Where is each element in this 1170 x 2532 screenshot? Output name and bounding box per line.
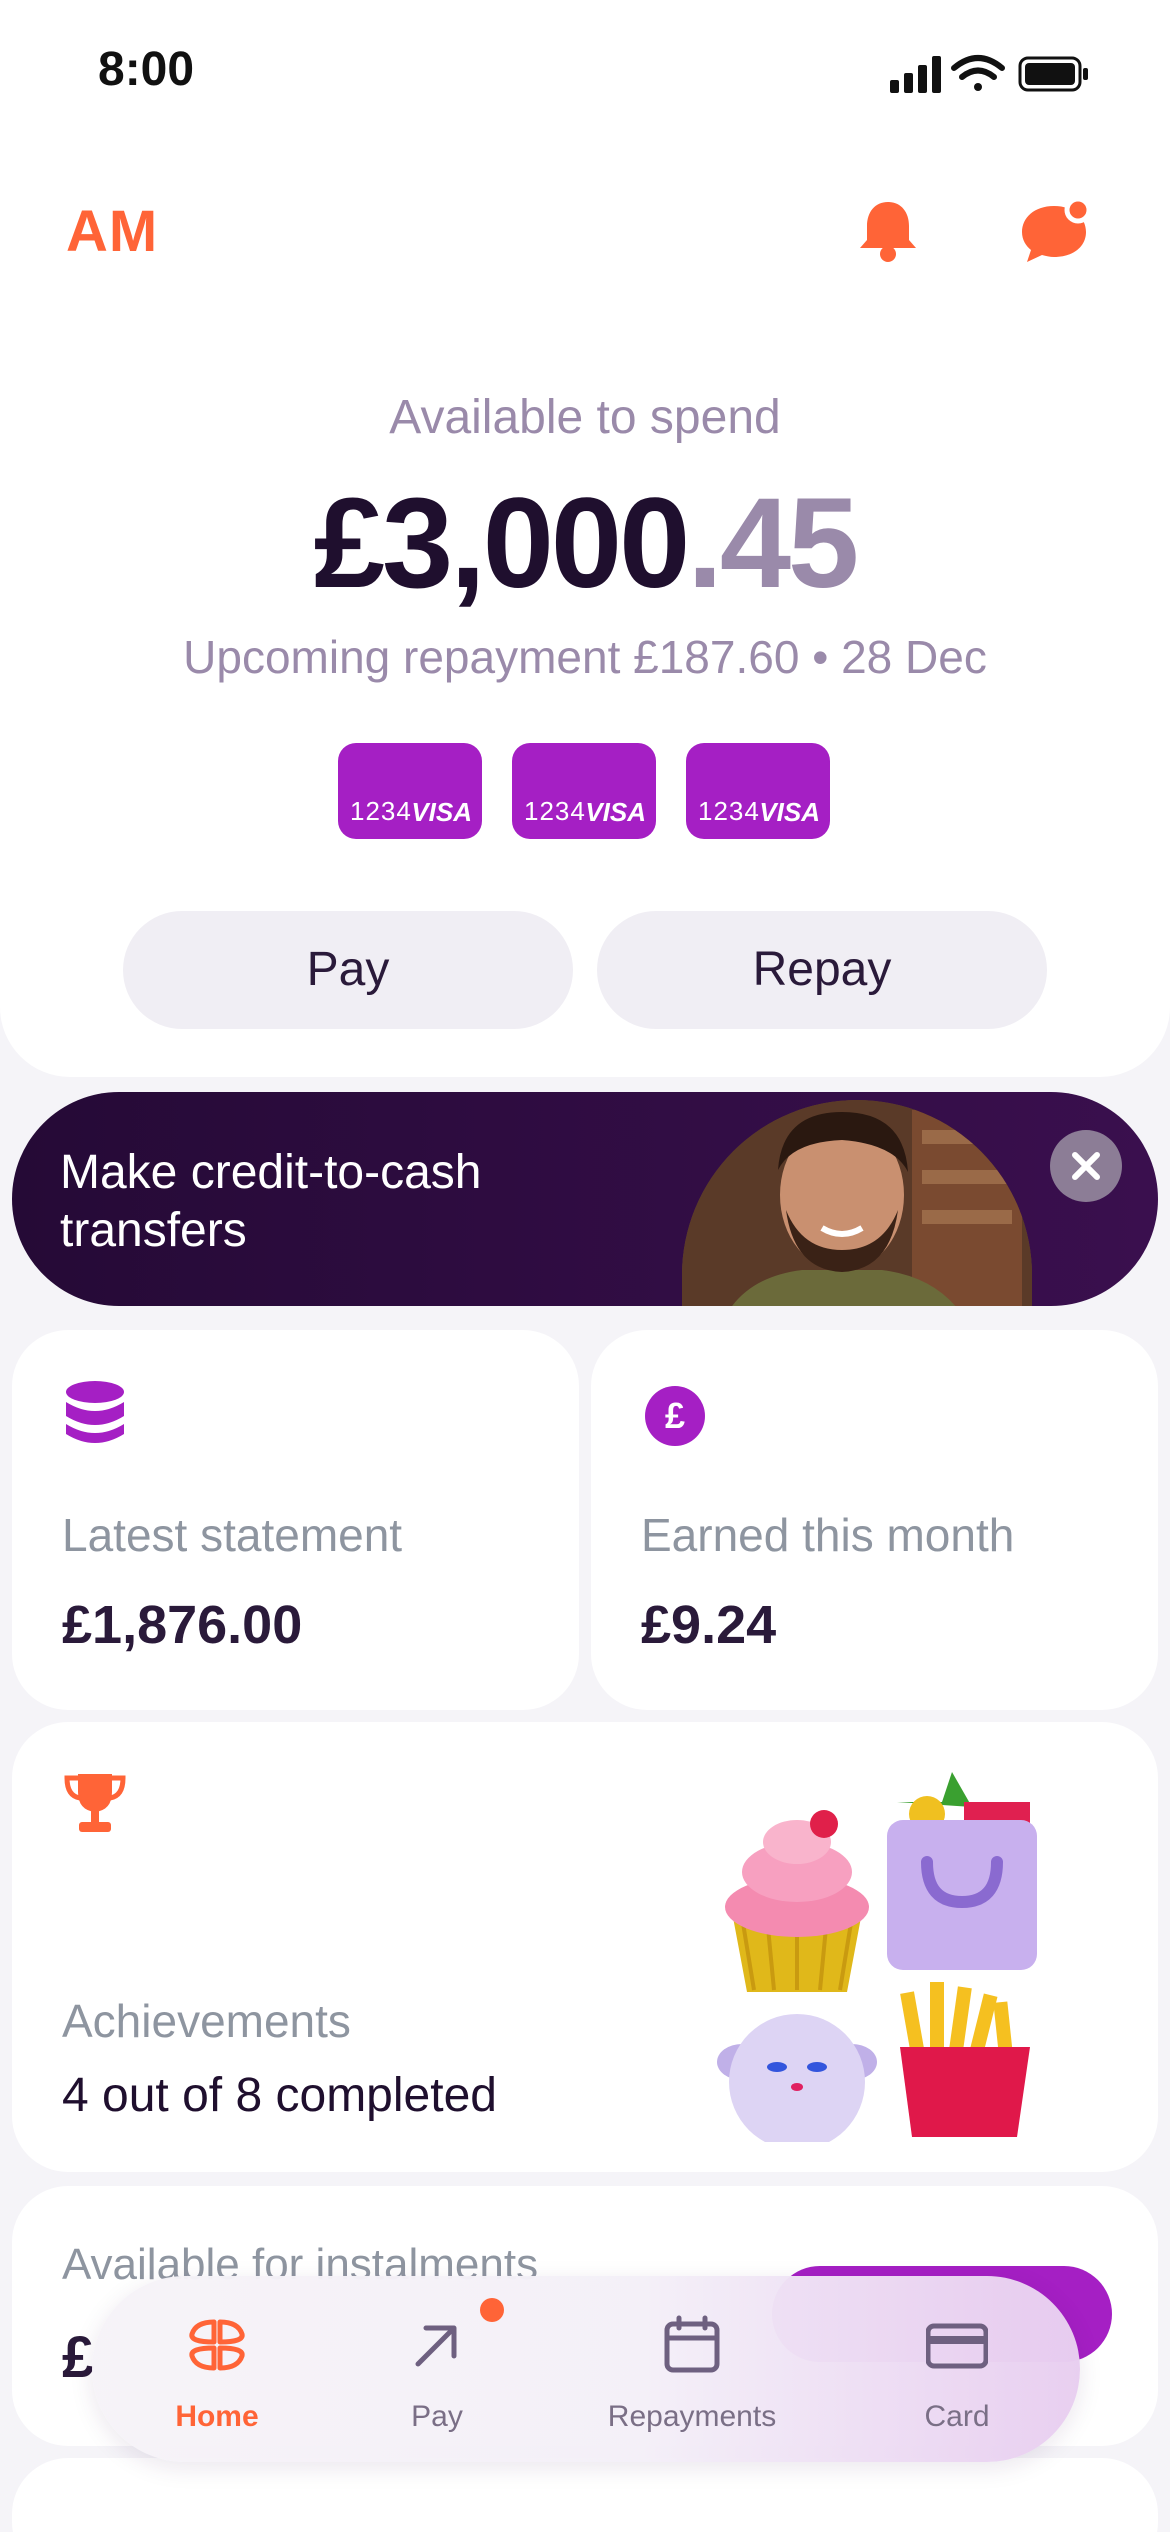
card-icon xyxy=(926,2323,988,2369)
card-chip[interactable]: 1234 VISA xyxy=(512,743,656,839)
card-chip[interactable]: 1234 VISA xyxy=(338,743,482,839)
chat-icon[interactable] xyxy=(1018,196,1094,264)
achievements-tile[interactable]: Achievements 4 out of 8 completed xyxy=(12,1722,1158,2172)
balance-amount: £3,000.45 xyxy=(0,470,1170,617)
card-number: 1234 xyxy=(350,796,412,826)
balance-decimal: .45 xyxy=(687,472,859,615)
repay-button[interactable]: Repay xyxy=(597,911,1047,1029)
next-tile xyxy=(12,2458,1158,2532)
visa-logo: VISA xyxy=(759,797,820,827)
achievements-progress: 4 out of 8 completed xyxy=(62,2069,497,2122)
calendar-icon xyxy=(664,2315,720,2373)
promo-close-button[interactable] xyxy=(1050,1130,1122,1202)
arrow-up-right-icon xyxy=(415,2325,457,2367)
card-chip[interactable]: 1234 VISA xyxy=(686,743,830,839)
upcoming-repayment: Upcoming repayment £187.60 • 28 Dec xyxy=(183,631,987,683)
pound-icon: £ xyxy=(645,1386,705,1446)
tab-repayments-label: Repayments xyxy=(607,2400,777,2433)
tab-repayments[interactable]: Repayments xyxy=(572,2276,812,2462)
tab-home[interactable]: Home xyxy=(152,2276,282,2462)
user-initials[interactable]: AM xyxy=(66,198,158,265)
available-label: Available to spend xyxy=(389,391,781,444)
card-list: 1234 VISA 1234 VISA 1234 VISA xyxy=(338,743,832,839)
person-illustration xyxy=(682,1100,1032,1306)
visa-logo: VISA xyxy=(411,797,472,827)
card-number: 1234 xyxy=(698,796,760,826)
status-icons xyxy=(890,55,1088,93)
coins-icon xyxy=(66,1381,124,1443)
bell-icon[interactable] xyxy=(855,198,921,264)
wifi-icon xyxy=(951,55,1005,91)
visa-logo: VISA xyxy=(585,797,646,827)
tab-card[interactable]: Card xyxy=(892,2276,1022,2462)
achievement-stickers xyxy=(717,1772,1037,2142)
statement-tile[interactable]: Latest statement £1,876.00 xyxy=(12,1330,579,1710)
statement-label: Latest statement xyxy=(62,1509,403,1561)
bear-sticker xyxy=(717,2014,877,2142)
tab-bar: Home Pay Repayments Card xyxy=(92,2276,1080,2462)
balance-card: 8:00 AM Available to spend £3,000.45 Upc… xyxy=(0,0,1170,1077)
balance-whole: £3,000 xyxy=(313,472,690,615)
close-icon xyxy=(1072,1152,1100,1180)
fries-sticker xyxy=(900,1982,1030,2137)
tab-pay-label: Pay xyxy=(411,2400,463,2433)
signal-icon xyxy=(890,56,941,93)
pay-button[interactable]: Pay xyxy=(123,911,573,1029)
status-time: 8:00 xyxy=(98,43,195,96)
cupcake-sticker xyxy=(725,1810,869,1992)
earned-value: £9.24 xyxy=(641,1595,777,1655)
tab-home-label: Home xyxy=(175,2400,259,2433)
trophy-icon xyxy=(64,1774,126,1832)
tab-card-label: Card xyxy=(924,2400,990,2433)
promo-banner[interactable]: Make credit-to-cash transfers xyxy=(12,1092,1158,1306)
earned-tile[interactable]: £ Earned this month £9.24 xyxy=(591,1330,1158,1710)
battery-icon xyxy=(1018,56,1088,92)
statement-value: £1,876.00 xyxy=(62,1595,303,1655)
promo-text: Make credit-to-cash transfers xyxy=(60,1146,482,1257)
shopping-bag-sticker xyxy=(887,1772,1037,1970)
achievements-label: Achievements xyxy=(62,1995,351,2047)
notification-dot xyxy=(480,2298,504,2322)
home-icon xyxy=(189,2319,245,2371)
promo-photo xyxy=(682,1100,1032,1306)
card-number: 1234 xyxy=(524,796,586,826)
instalments-value: £ xyxy=(62,2325,95,2390)
earned-label: Earned this month xyxy=(641,1509,1015,1561)
